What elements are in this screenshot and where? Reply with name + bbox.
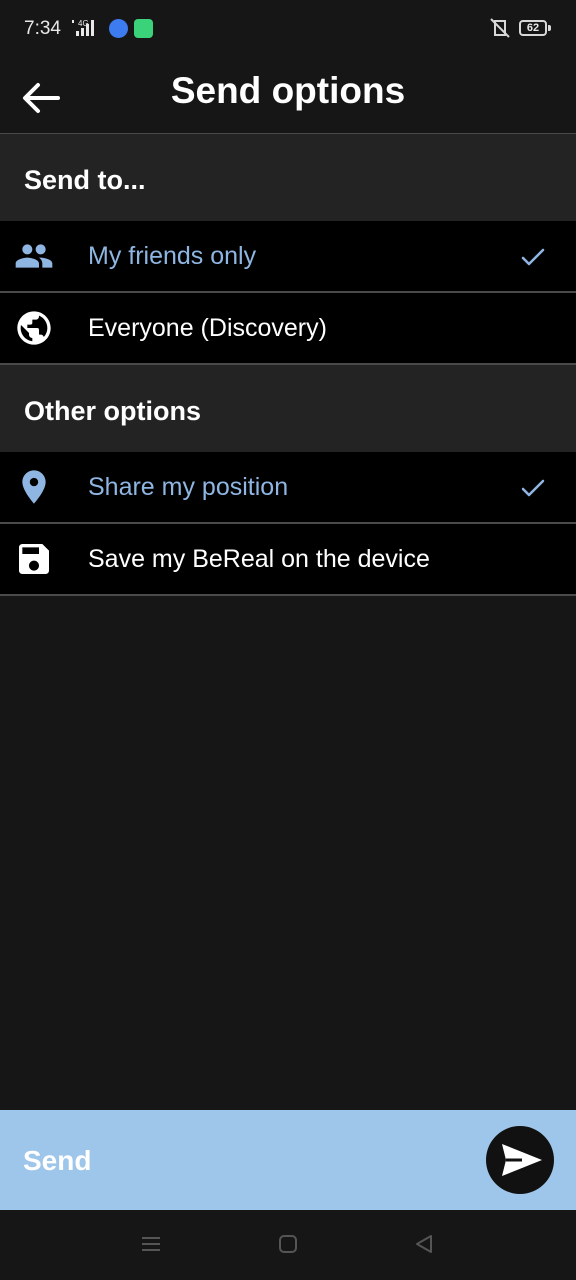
option-label: Everyone (Discovery) [88, 314, 327, 342]
status-time: 7:34 [24, 18, 61, 39]
send-bar[interactable]: Send [0, 1110, 576, 1210]
option-save-bereal-on-device[interactable]: Save my BeReal on the device [0, 524, 576, 596]
notification-app-icon [109, 19, 128, 38]
checkmark-icon [521, 479, 545, 497]
menu-icon[interactable] [140, 1233, 162, 1255]
option-label: Save my BeReal on the device [88, 545, 430, 573]
people-icon [15, 244, 53, 268]
battery-tip [548, 25, 551, 31]
back-triangle-icon[interactable] [413, 1233, 435, 1255]
system-nav-bar [0, 1210, 576, 1280]
app-bar: Send options [0, 60, 576, 134]
status-bar: 7:34 4G 62 [0, 0, 576, 60]
globe-icon [17, 311, 51, 345]
section-other-options: Other options [0, 365, 576, 452]
checkmark-icon [521, 248, 545, 266]
vibrate-off-icon [490, 18, 510, 38]
notification-app-icon [134, 19, 153, 38]
option-everyone-discovery[interactable]: Everyone (Discovery) [0, 293, 576, 365]
save-icon [19, 544, 49, 574]
battery-indicator: 62 [519, 20, 547, 36]
location-pin-icon [22, 470, 46, 504]
section-heading: Send to... [24, 165, 146, 195]
send-button-label: Send [23, 1145, 92, 1176]
option-label: Share my position [88, 473, 289, 501]
cell-signal-icon: 4G [72, 19, 94, 36]
option-my-friends-only[interactable]: My friends only [0, 221, 576, 293]
send-button[interactable] [486, 1126, 554, 1194]
option-share-my-position[interactable]: Share my position [0, 452, 576, 524]
send-icon [502, 1144, 542, 1176]
section-heading: Other options [24, 396, 201, 426]
home-icon[interactable] [277, 1233, 299, 1255]
section-send-to: Send to... [0, 134, 576, 221]
page-title: Send options [170, 70, 406, 111]
option-label: My friends only [88, 242, 257, 270]
